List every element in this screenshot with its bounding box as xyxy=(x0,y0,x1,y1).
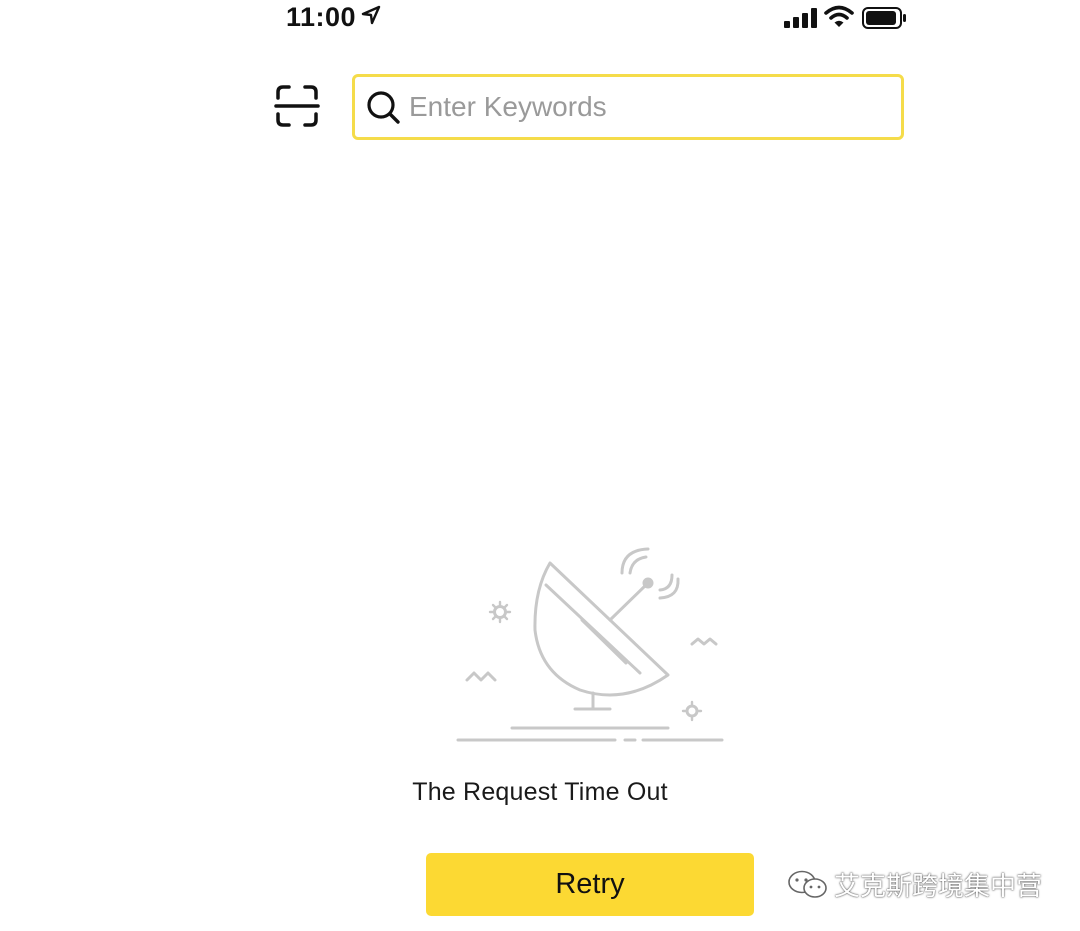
scan-icon[interactable] xyxy=(274,84,320,128)
error-message-text: The Request Time Out xyxy=(412,778,668,806)
wifi-icon xyxy=(824,5,854,27)
status-time: 11:00 xyxy=(286,2,357,32)
wechat-icon xyxy=(788,870,827,898)
cellular-signal-icon xyxy=(784,8,817,28)
watermark-text: 艾克斯跨境集中营 xyxy=(834,871,1043,901)
search-icon xyxy=(367,91,400,124)
page: 11:00 Enter Keywords The Request Time Ou… xyxy=(0,0,1080,931)
search-box[interactable] xyxy=(352,74,904,140)
battery-icon xyxy=(862,7,906,29)
search-input[interactable] xyxy=(409,91,889,123)
satellite-dish-icon xyxy=(456,547,724,742)
location-arrow-icon xyxy=(361,5,381,25)
error-message: The Request Time Out xyxy=(0,778,1080,807)
retry-button[interactable]: Retry xyxy=(426,853,754,916)
watermark: 艾克斯跨境集中营 xyxy=(786,866,1042,903)
